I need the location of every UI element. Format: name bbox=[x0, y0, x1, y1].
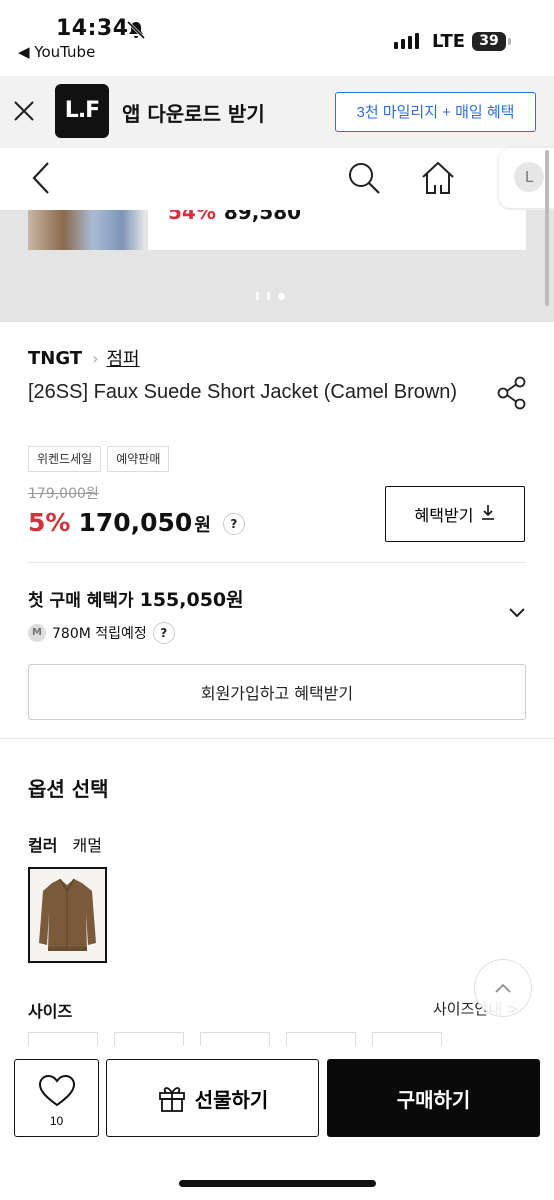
product-image-carousel[interactable]: 54% 89,580 bbox=[0, 210, 554, 322]
tag-weekend-sale: 위켄드세일 bbox=[28, 446, 102, 472]
banner-title: 앱 다운로드 받기 bbox=[122, 102, 265, 126]
jacket-image bbox=[39, 878, 96, 951]
buy-button[interactable]: 구매하기 bbox=[327, 1059, 540, 1137]
carousel-dots bbox=[256, 292, 285, 300]
get-benefit-button[interactable]: 혜택받기 bbox=[385, 486, 525, 542]
battery-cap bbox=[508, 38, 511, 45]
original-price: 179,000원 bbox=[28, 486, 99, 502]
price-row: 5% 170,050 원 ? bbox=[28, 508, 245, 538]
mileage-help-icon[interactable]: ? bbox=[152, 622, 175, 644]
tag-preorder: 예약판매 bbox=[107, 446, 170, 472]
scrollbar[interactable] bbox=[545, 150, 549, 306]
network-type: LTE bbox=[432, 31, 466, 52]
chevron-right-icon: › bbox=[92, 348, 99, 368]
size-label: 사이즈 bbox=[28, 1002, 73, 1021]
home-icon[interactable] bbox=[420, 160, 456, 200]
bottom-action-bar: 10 선물하기 구매하기 bbox=[0, 1046, 554, 1200]
first-purchase-price: 첫 구매 혜택가 155,050원 bbox=[28, 585, 244, 612]
price-unit: 원 bbox=[194, 515, 211, 536]
gift-button[interactable]: 선물하기 bbox=[106, 1059, 319, 1137]
breadcrumb: TNGT › 점퍼 bbox=[28, 345, 140, 371]
divider bbox=[28, 562, 526, 563]
gift-button-label: 선물하기 bbox=[194, 1087, 269, 1112]
home-indicator[interactable] bbox=[179, 1180, 376, 1187]
recommend-price-value: 89,580 bbox=[223, 210, 302, 224]
product-tags: 위켄드세일 예약판매 bbox=[28, 446, 170, 472]
benefit-button-label: 혜택받기 bbox=[414, 506, 474, 525]
bell-muted-icon bbox=[126, 20, 146, 44]
mileage-row: M 780M 적립예정 ? bbox=[28, 622, 175, 644]
app-logo: L.F bbox=[55, 84, 109, 138]
price-help-icon[interactable]: ? bbox=[222, 513, 245, 535]
carousel-dot-active bbox=[278, 292, 285, 300]
like-button[interactable]: 10 bbox=[14, 1059, 99, 1137]
chevron-down-icon[interactable] bbox=[508, 604, 526, 623]
discount-rate: 5% bbox=[28, 508, 71, 537]
first-purchase-amount: 155,050원 bbox=[139, 589, 244, 611]
recommend-discount: 54% bbox=[168, 210, 216, 224]
gift-icon bbox=[158, 1087, 185, 1112]
download-icon bbox=[481, 504, 495, 524]
chevron-up-icon bbox=[495, 983, 511, 993]
first-purchase-label: 첫 구매 혜택가 bbox=[28, 591, 134, 611]
color-value: 캐멀 bbox=[72, 836, 102, 855]
app-download-banner: L.F 앱 다운로드 받기 3천 마일리지 + 매일 혜택 bbox=[0, 76, 554, 148]
carousel-dot bbox=[267, 292, 270, 300]
search-icon[interactable] bbox=[346, 160, 382, 200]
close-icon[interactable] bbox=[13, 100, 35, 122]
promo-button[interactable]: 3천 마일리지 + 매일 혜택 bbox=[335, 92, 536, 132]
avatar[interactable]: L bbox=[514, 162, 544, 192]
scroll-to-top-button[interactable] bbox=[474, 959, 532, 1017]
back-arrow-icon[interactable] bbox=[28, 160, 56, 200]
battery-icon: 39 bbox=[472, 32, 506, 51]
status-time: 14:34 bbox=[56, 16, 129, 41]
recommend-price: 54% 89,580 bbox=[168, 210, 301, 224]
brand-link[interactable]: TNGT bbox=[28, 348, 82, 369]
category-link[interactable]: 점퍼 bbox=[107, 345, 140, 371]
color-label: 컬러 bbox=[28, 836, 58, 855]
signal-icon bbox=[394, 33, 419, 49]
back-to-app-link[interactable]: ◀ YouTube bbox=[18, 43, 95, 61]
option-section-title: 옵션 선택 bbox=[28, 777, 109, 801]
top-nav: L bbox=[0, 148, 554, 210]
color-swatch-camel[interactable] bbox=[28, 867, 107, 963]
recommend-product-image[interactable] bbox=[28, 210, 146, 250]
share-icon[interactable] bbox=[496, 376, 528, 414]
mileage-icon: M bbox=[28, 624, 46, 642]
color-row: 컬러 캐멀 bbox=[28, 832, 102, 856]
product-name: [26SS] Faux Suede Short Jacket (Camel Br… bbox=[28, 381, 458, 403]
mileage-text: 780M 적립예정 bbox=[52, 626, 147, 642]
signup-benefit-button[interactable]: 회원가입하고 혜택받기 bbox=[28, 664, 526, 720]
heart-icon bbox=[38, 1074, 76, 1107]
sale-price: 170,050 bbox=[78, 508, 193, 537]
like-count: 10 bbox=[49, 1114, 64, 1128]
status-bar: 14:34 ◀ YouTube LTE 39 bbox=[0, 0, 554, 76]
carousel-dot bbox=[256, 292, 259, 300]
section-divider bbox=[0, 738, 554, 739]
